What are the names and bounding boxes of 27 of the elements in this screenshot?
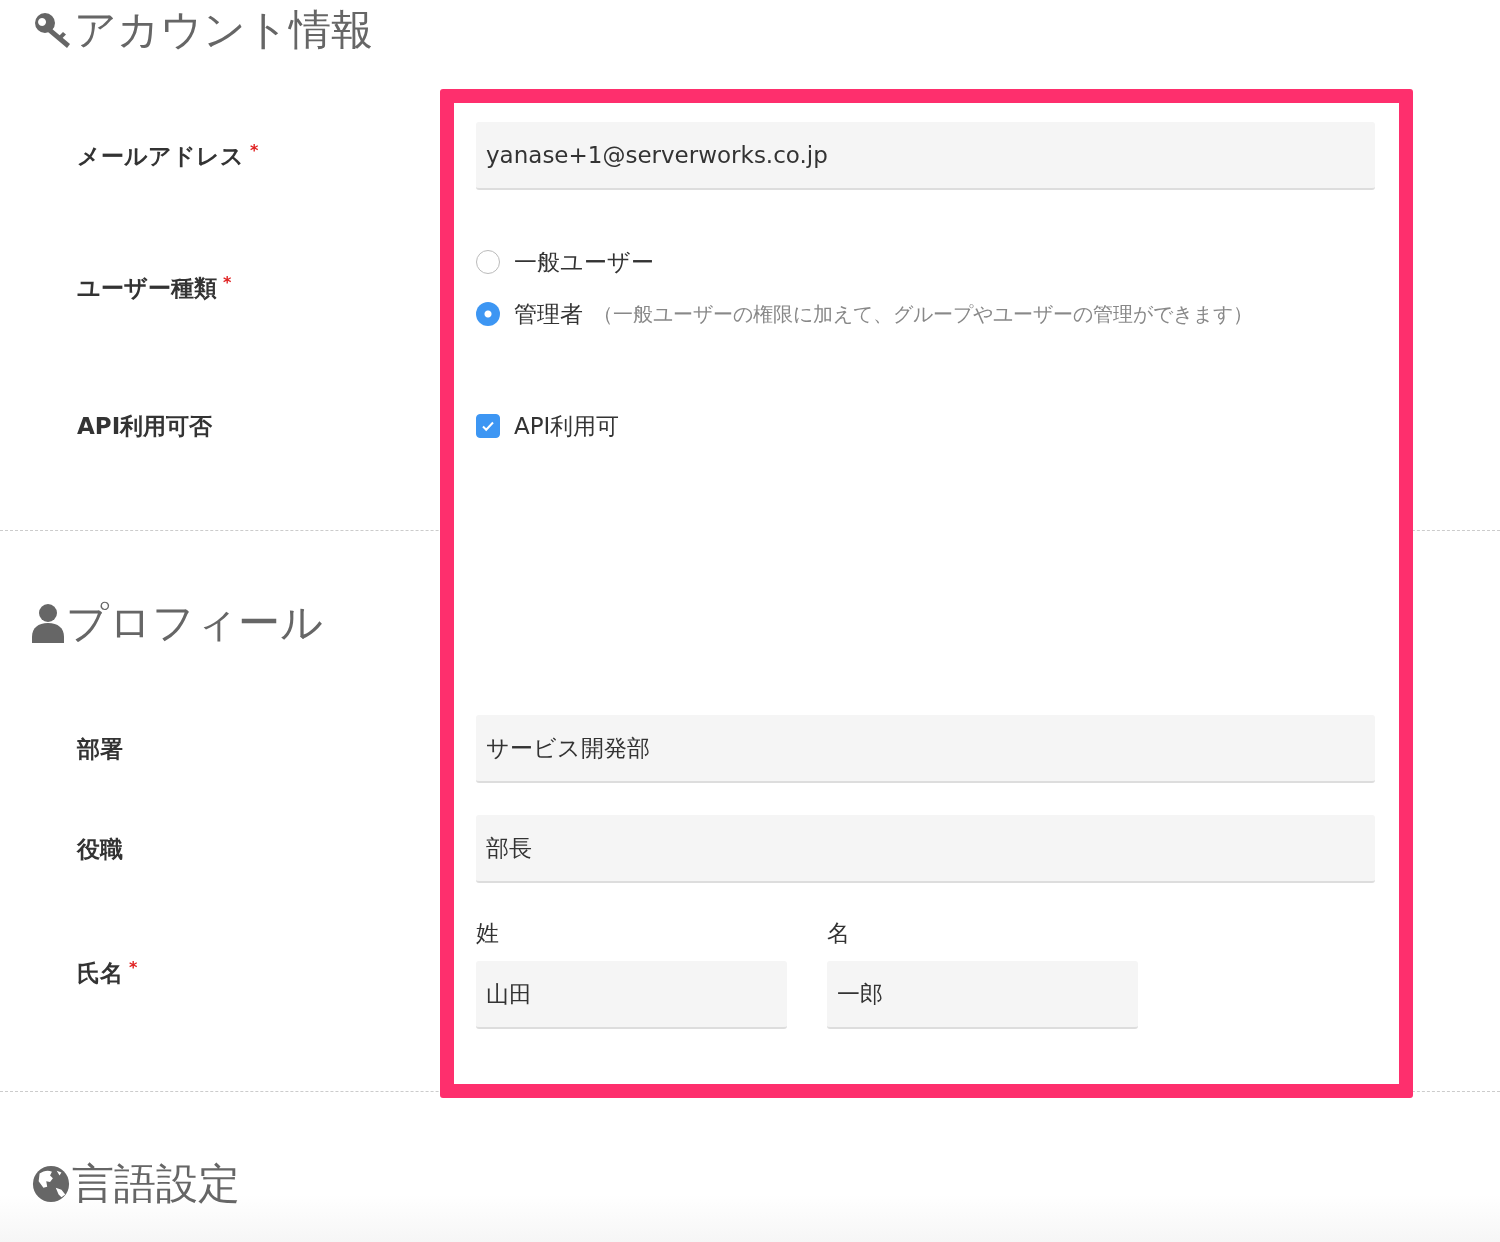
field-label: メールアドレス bbox=[77, 141, 244, 171]
option-label: 管理者 bbox=[514, 299, 583, 329]
input-field[interactable]: 一郎 bbox=[827, 961, 1138, 1029]
checkbox[interactable] bbox=[476, 414, 500, 438]
field-label: 部署 bbox=[77, 734, 123, 764]
globe-icon bbox=[32, 1165, 70, 1203]
required-mark: * bbox=[223, 272, 232, 292]
field-label: 役職 bbox=[77, 834, 123, 864]
option-label: 一般ユーザー bbox=[514, 247, 654, 277]
required-mark: * bbox=[250, 140, 259, 160]
option-label: API利用可 bbox=[514, 411, 620, 441]
required-mark: * bbox=[129, 958, 138, 977]
section-title: プロフィール bbox=[66, 597, 323, 649]
key-icon bbox=[32, 10, 72, 50]
option-hint: （一般ユーザーの権限に加えて、グループやユーザーの管理ができます） bbox=[593, 300, 1253, 328]
field-label: ユーザー種類 bbox=[77, 273, 217, 303]
section-title: アカウント情報 bbox=[74, 4, 373, 56]
field-label: 姓 bbox=[476, 919, 500, 948]
person-icon bbox=[32, 603, 64, 643]
section-title: 言語設定 bbox=[72, 1158, 240, 1210]
field-label: 名 bbox=[827, 919, 851, 948]
field-label: API利用可否 bbox=[77, 411, 213, 441]
input-field[interactable]: 山田 bbox=[476, 961, 787, 1029]
input-field[interactable]: yanase+1@serverworks.co.jp bbox=[476, 122, 1375, 190]
field-label: 氏名 bbox=[77, 959, 123, 988]
input-field[interactable]: 部長 bbox=[476, 815, 1375, 883]
input-field[interactable]: サービス開発部 bbox=[476, 715, 1375, 783]
